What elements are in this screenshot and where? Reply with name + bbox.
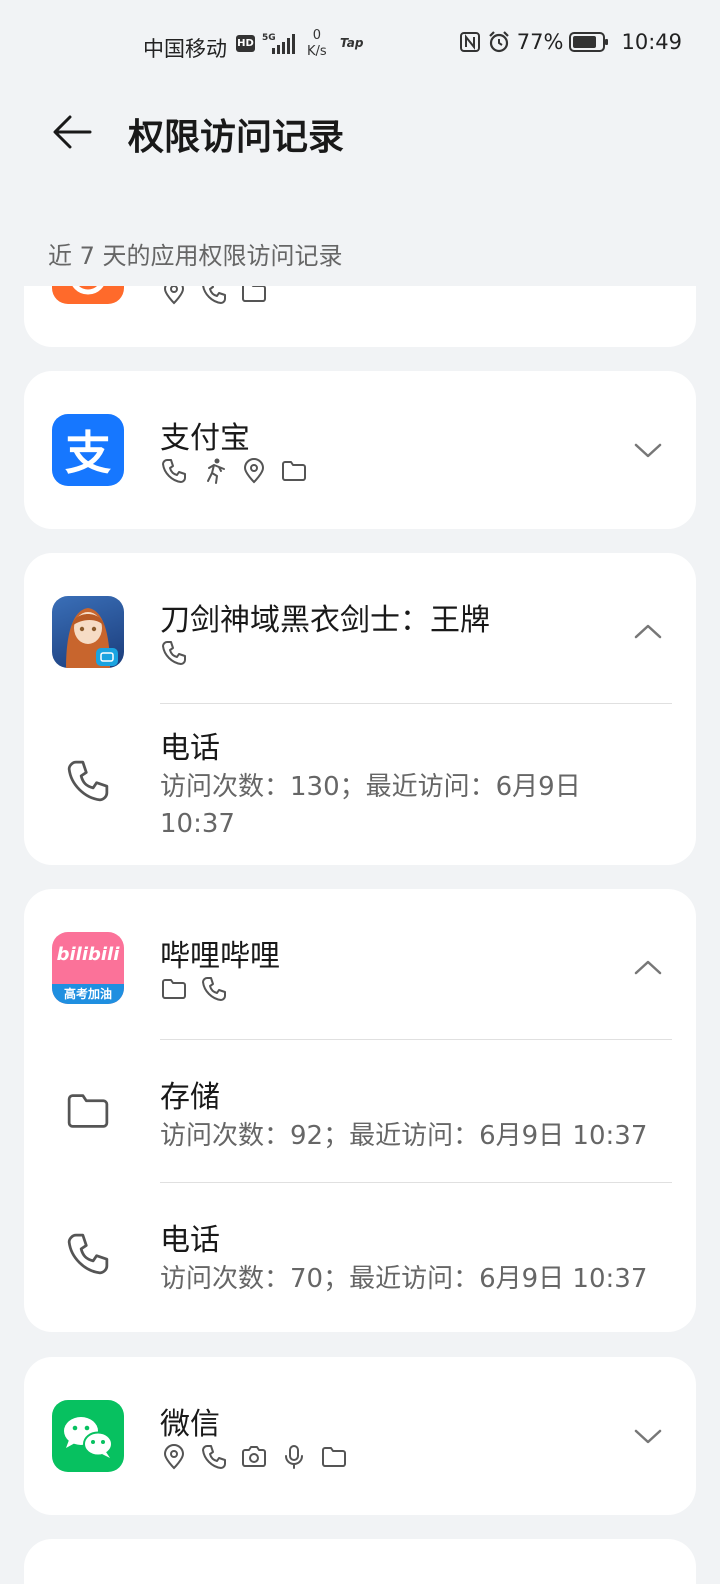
folder-icon [162, 979, 186, 999]
chevron-up-icon[interactable] [632, 616, 664, 648]
permission-access-info: 访问次数：130；最近访问：6月9日 10:37 [160, 769, 581, 843]
divider [160, 1039, 672, 1040]
permission-title: 电话 [160, 1223, 220, 1258]
phone-icon [67, 1233, 109, 1275]
app-card-bilibili[interactable]: bilibili 高考加油 哔哩哔哩 存储 访问次数：92；最近访问：6月9日 … [24, 889, 696, 1332]
battery-percent: 77% [516, 30, 564, 54]
status-right: 77% 10:49 [459, 30, 682, 54]
app-list[interactable]: 支 支付宝 刀剑神域黑衣剑士：王牌 电话 访问次数：130；最近访问：6月9日 … [0, 286, 720, 1584]
nfc-icon [459, 32, 480, 52]
permission-title: 存储 [160, 1080, 220, 1115]
permission-access-info: 访问次数：70；最近访问：6月9日 10:37 [160, 1264, 648, 1294]
wechat-app-icon [52, 1400, 124, 1472]
speed-unit: K/s [307, 44, 327, 59]
app-logo-icon [72, 286, 104, 295]
folder-icon [67, 1094, 109, 1128]
access-info-line: 10:37 [160, 809, 235, 839]
signal-icon [272, 34, 295, 54]
activity-icon [207, 458, 225, 484]
app-card-sao[interactable]: 刀剑神域黑衣剑士：王牌 电话 访问次数：130；最近访问：6月9日 10:37 [24, 553, 696, 865]
microphone-icon [285, 1445, 303, 1469]
sao-app-icon [52, 596, 124, 668]
permission-icons [160, 639, 188, 667]
app-card-partial[interactable] [24, 286, 696, 347]
permission-icons [160, 1443, 348, 1471]
app-card-wechat[interactable]: 微信 [24, 1357, 696, 1515]
camera-icon [242, 1446, 266, 1467]
app-card-next[interactable] [24, 1539, 696, 1584]
phone-icon [202, 286, 226, 304]
app-name: 支付宝 [160, 421, 250, 456]
phone-icon [67, 760, 109, 802]
permission-title: 电话 [160, 731, 220, 766]
bilibili-logo-text: bilibili [56, 944, 120, 965]
app-card-alipay[interactable]: 支 支付宝 [24, 371, 696, 529]
bilibili-app-icon: bilibili 高考加油 [52, 932, 124, 1004]
divider [160, 1182, 672, 1183]
tap-label: Tap [340, 36, 364, 50]
network-speed: 0 K/s [307, 28, 327, 60]
alarm-icon [489, 31, 509, 53]
alipay-logo-text: 支 [65, 426, 111, 480]
section-subtitle: 近 7 天的应用权限访问记录 [48, 242, 343, 270]
phone-icon [202, 1445, 226, 1469]
permission-icons [160, 975, 228, 1003]
wechat-logo-icon [64, 1417, 113, 1458]
back-arrow-icon [53, 115, 92, 149]
location-icon [163, 1444, 185, 1470]
chevron-up-icon[interactable] [632, 952, 664, 984]
phone-icon [162, 641, 186, 665]
location-icon [163, 286, 185, 305]
carrier-label: 中国移动 [143, 37, 227, 61]
location-icon [243, 458, 265, 484]
bilibili-banner: 高考加油 [52, 984, 124, 1004]
phone-icon [202, 977, 226, 1001]
back-button[interactable] [44, 104, 100, 160]
alipay-app-icon: 支 [52, 414, 124, 486]
status-bar: 中国移动 HD 5G 0 K/s Tap 77% 10:49 [0, 0, 720, 92]
page-title: 权限访问记录 [128, 117, 345, 158]
game-character-icon [66, 608, 118, 668]
access-info-line: 访问次数：130；最近访问：6月9日 [160, 772, 581, 802]
divider [160, 703, 672, 704]
chevron-down-icon[interactable] [632, 1420, 664, 1452]
app-name: 哔哩哔哩 [160, 939, 280, 974]
permission-icons [160, 286, 268, 306]
permission-icons [160, 457, 308, 485]
app-icon-partial [52, 286, 124, 304]
chevron-down-icon[interactable] [632, 434, 664, 466]
folder-icon [282, 461, 306, 481]
clock: 10:49 [621, 30, 682, 54]
hd-badge: HD [236, 35, 255, 52]
speed-value: 0 [312, 28, 321, 43]
folder-icon [322, 1447, 346, 1467]
folder-icon [242, 286, 266, 302]
battery-icon [569, 32, 609, 52]
phone-icon [162, 459, 186, 483]
permission-access-info: 访问次数：92；最近访问：6月9日 10:37 [160, 1121, 648, 1151]
app-name: 刀剑神域黑衣剑士：王牌 [160, 603, 490, 638]
app-name: 微信 [160, 1407, 220, 1442]
